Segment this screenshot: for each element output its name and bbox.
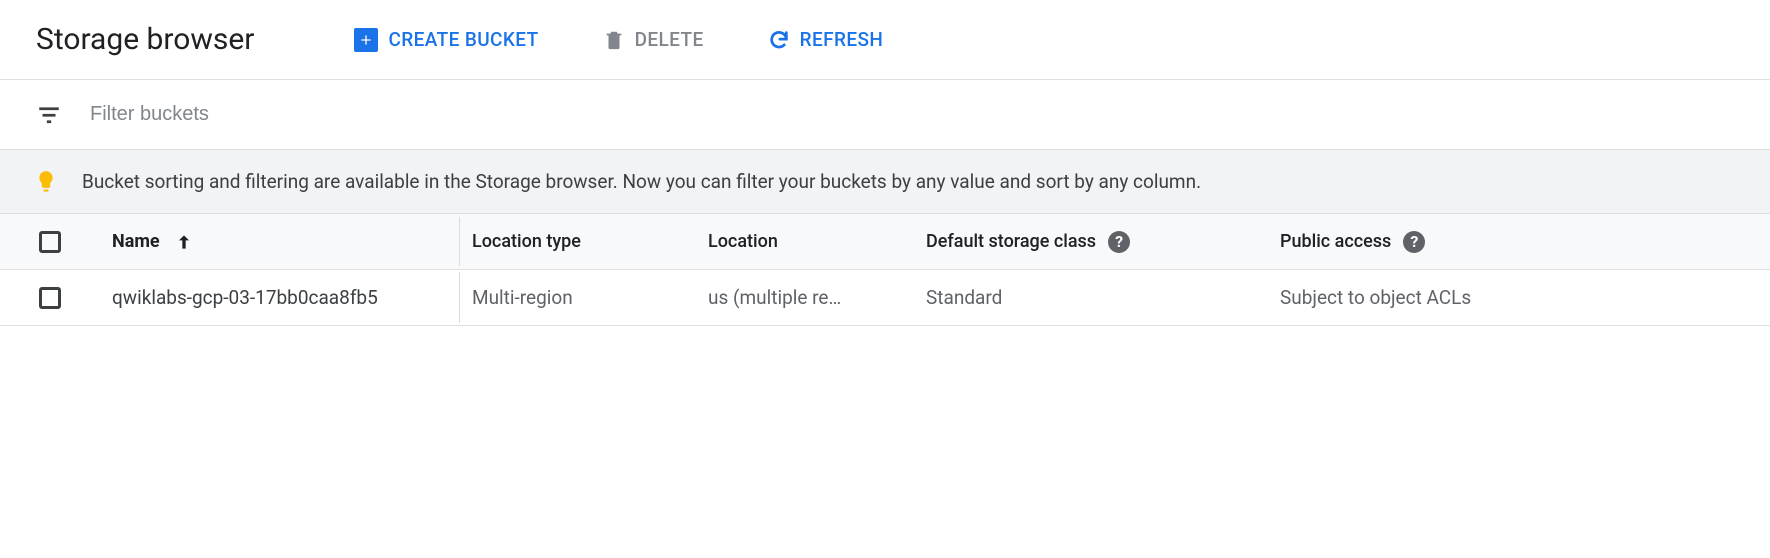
delete-button[interactable]: DELETE (603, 28, 704, 51)
select-all-checkbox[interactable] (39, 231, 61, 253)
bucket-location-type: Multi-region (472, 286, 573, 309)
row-checkbox[interactable] (39, 287, 61, 309)
bucket-location: us (multiple re… (708, 286, 841, 309)
create-bucket-button[interactable]: CREATE BUCKET (354, 28, 538, 52)
refresh-button[interactable]: REFRESH (768, 28, 884, 51)
page-title: Storage browser (36, 22, 254, 57)
column-storage-label: Default storage class (926, 231, 1096, 252)
arrow-up-icon (174, 232, 194, 252)
delete-label: DELETE (635, 28, 704, 51)
trash-icon (603, 29, 625, 51)
create-bucket-label: CREATE BUCKET (388, 28, 538, 51)
lightbulb-icon (36, 169, 56, 195)
column-header-public-access[interactable]: Public access ? (1268, 231, 1518, 253)
column-header-location-type[interactable]: Location type (460, 231, 696, 252)
help-icon[interactable]: ? (1403, 231, 1425, 253)
column-name-label: Name (112, 231, 160, 252)
refresh-icon (768, 29, 790, 51)
column-header-location[interactable]: Location (696, 231, 914, 252)
banner-text: Bucket sorting and filtering are availab… (82, 170, 1201, 193)
add-box-icon (354, 28, 378, 52)
filter-list-icon[interactable] (36, 102, 62, 128)
column-location-label: Location (708, 231, 778, 252)
bucket-public-access: Subject to object ACLs (1280, 286, 1471, 309)
column-header-name[interactable]: Name (100, 231, 460, 252)
filter-bar (0, 80, 1770, 150)
column-public-label: Public access (1280, 231, 1391, 252)
refresh-label: REFRESH (800, 28, 884, 51)
column-divider (459, 272, 460, 323)
bucket-storage-class: Standard (926, 286, 1002, 309)
table-header-row: Name Location type Location Default stor… (0, 214, 1770, 270)
bucket-name[interactable]: qwiklabs-gcp-03-17bb0caa8fb5 (112, 286, 378, 309)
column-loctype-label: Location type (472, 231, 581, 252)
filter-input[interactable] (90, 103, 1734, 126)
toolbar: Storage browser CREATE BUCKET DELETE REF… (0, 0, 1770, 80)
column-header-storage-class[interactable]: Default storage class ? (914, 231, 1268, 253)
help-icon[interactable]: ? (1108, 231, 1130, 253)
info-banner: Bucket sorting and filtering are availab… (0, 150, 1770, 214)
column-divider (459, 217, 460, 266)
table-row[interactable]: qwiklabs-gcp-03-17bb0caa8fb5 Multi-regio… (0, 270, 1770, 326)
